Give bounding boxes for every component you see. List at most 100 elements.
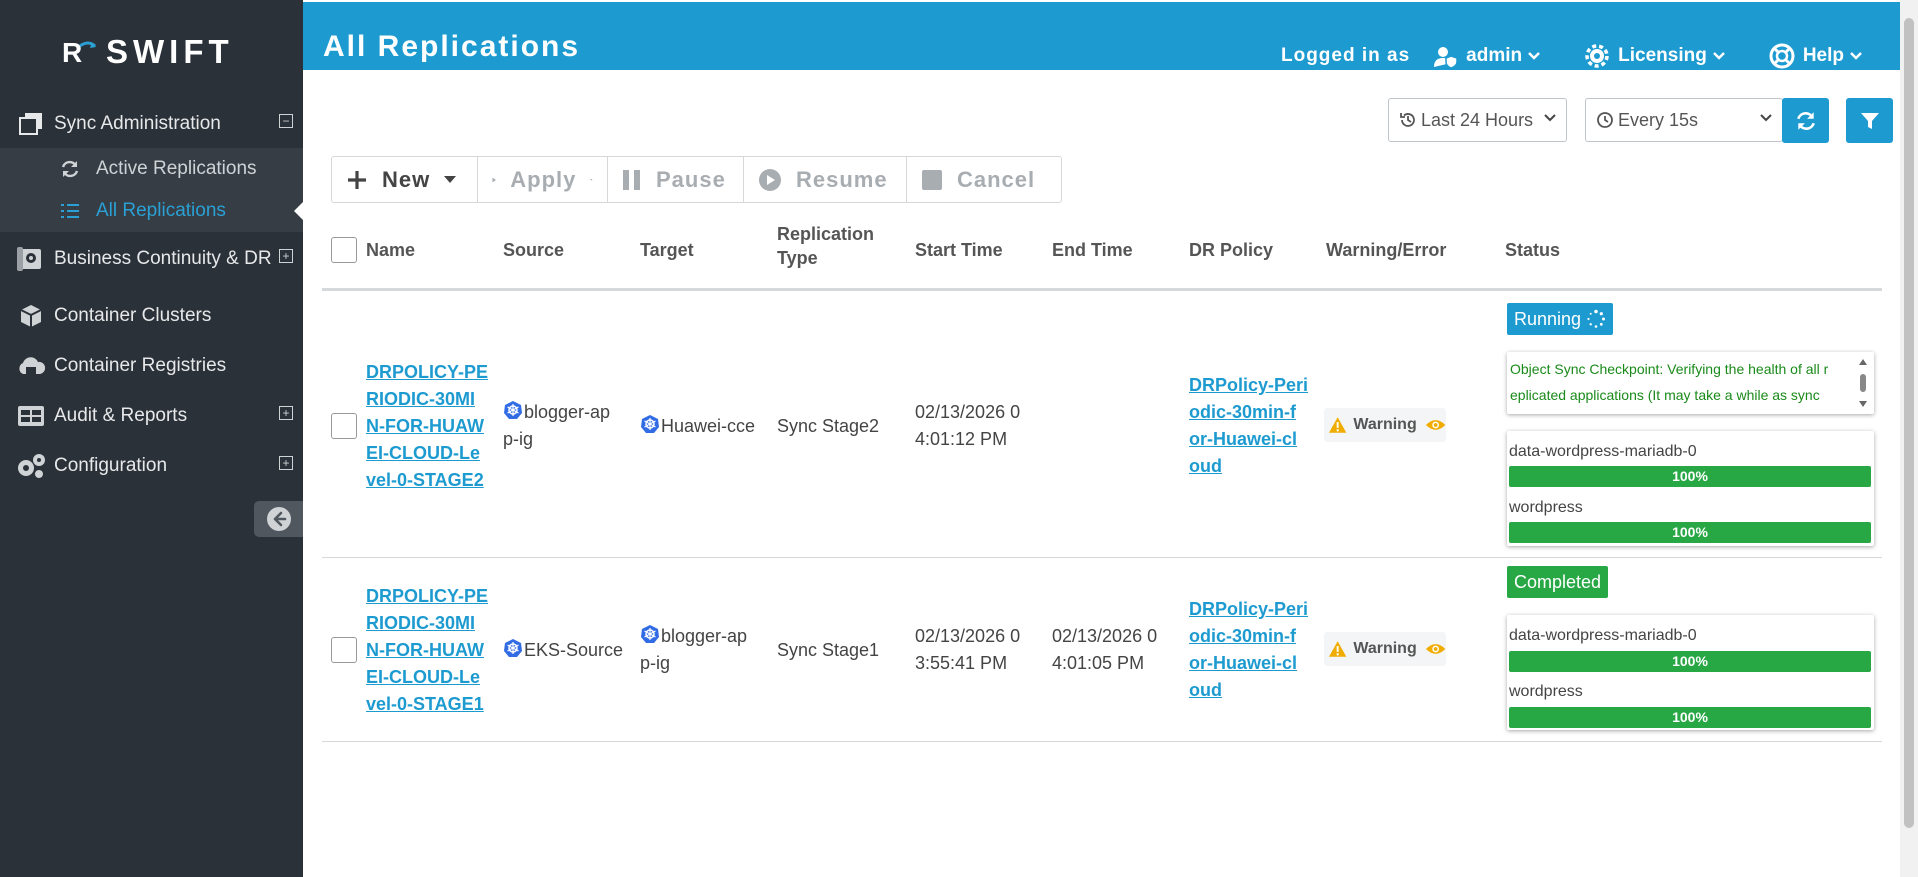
filter-button[interactable]: [1846, 98, 1893, 143]
user-shield-icon: [1434, 47, 1458, 69]
column-header-start-time[interactable]: Start Time: [915, 238, 1003, 262]
caret-down-icon: [444, 175, 457, 183]
refresh-icon: [1796, 111, 1815, 130]
sidebar-section-configuration[interactable]: Configuration +: [0, 443, 303, 489]
expand-icon[interactable]: +: [279, 456, 293, 470]
collapse-icon[interactable]: −: [279, 114, 293, 128]
plus-icon: [348, 170, 366, 189]
sidebar-section-label: Business Continuity & DR: [54, 248, 272, 269]
play-icon: [492, 177, 497, 182]
dr-policy-link[interactable]: DRPolicy-Peri odic-30min-f or-Huawei-cl oud: [1189, 596, 1308, 704]
list-icon: [58, 203, 82, 219]
end-time-cell: 02/13/2026 0 4:01:05 PM: [1052, 626, 1158, 673]
scrollbar-thumb[interactable]: [1904, 18, 1914, 828]
life-ring-icon: [1769, 43, 1795, 69]
column-header-dr-policy[interactable]: DR Policy: [1189, 238, 1273, 262]
clock-icon: [1597, 112, 1613, 128]
warning-indicator[interactable]: Warning: [1324, 632, 1446, 666]
dr-policy-link[interactable]: DRPolicy-Peri odic-30min-f or-Huawei-cl oud: [1189, 372, 1308, 480]
warning-indicator[interactable]: Warning: [1324, 408, 1446, 442]
progress-item-name: data-wordpress-mariadb-0: [1509, 627, 1697, 644]
column-header-warning-error[interactable]: Warning/Error: [1326, 238, 1446, 262]
sidebar-item-all-replications[interactable]: All Replications: [0, 190, 303, 232]
replication-name-link[interactable]: DRPOLICY-PE RIODIC-30MI N-FOR-HUAW EI-CLOUD…: [366, 359, 488, 494]
table-header-divider: [322, 288, 1882, 291]
header-user-area: Logged in as admin Licensing Help: [1281, 42, 1900, 70]
pause-icon: [623, 169, 640, 190]
kubernetes-icon: [641, 415, 659, 433]
gears-icon: [14, 452, 48, 480]
history-icon: [1400, 113, 1415, 127]
spinner-icon: [1587, 309, 1606, 328]
sidebar-section-container-clusters[interactable]: Container Clusters: [0, 293, 303, 339]
chevron-down-icon: [1528, 52, 1541, 60]
sidebar-section-audit-reports[interactable]: Audit & Reports +: [0, 393, 303, 439]
page-scrollbar[interactable]: [1900, 0, 1918, 877]
cloud-registry-icon: [14, 352, 48, 380]
svg-text:R: R: [62, 38, 87, 66]
column-header-source[interactable]: Source: [503, 238, 564, 262]
row-checkbox[interactable]: [331, 637, 357, 663]
chevron-down-icon: [1760, 114, 1772, 122]
app-logo[interactable]: R SWIFT: [62, 32, 234, 72]
new-label: New: [382, 166, 431, 192]
status-badge: Running: [1507, 303, 1614, 335]
user-menu[interactable]: admin: [1432, 43, 1541, 69]
action-toolbar: New Apply Pause Resume Cancel: [331, 156, 1062, 203]
apply-button[interactable]: Apply: [478, 157, 608, 202]
gear-icon: [1585, 44, 1609, 68]
row-divider: [322, 557, 1882, 558]
column-header-name[interactable]: Name: [366, 238, 415, 262]
pause-button[interactable]: Pause: [608, 157, 744, 202]
refresh-icon: [58, 159, 82, 179]
expand-icon[interactable]: +: [279, 406, 293, 420]
column-header-end-time[interactable]: End Time: [1052, 238, 1133, 262]
licensing-menu[interactable]: Licensing: [1584, 43, 1725, 69]
table-icon: [14, 402, 48, 430]
column-header-status[interactable]: Status: [1505, 238, 1560, 262]
logged-in-label: Logged in as: [1280, 45, 1411, 66]
status-message: Object Sync Checkpoint: Verifying the he…: [1510, 361, 1829, 403]
sidebar-item-active-replications[interactable]: Active Replications: [0, 148, 303, 190]
expand-icon[interactable]: +: [279, 249, 293, 263]
select-all-checkbox[interactable]: [331, 237, 357, 263]
refresh-button[interactable]: [1782, 98, 1829, 143]
sidebar-item-label: Active Replications: [96, 158, 257, 179]
cancel-button[interactable]: Cancel: [907, 157, 1061, 202]
play-circle-icon: [759, 168, 781, 191]
progress-bar: 100%: [1509, 651, 1871, 672]
collapse-sidebar-button[interactable]: [254, 501, 303, 537]
replication-type-cell: Sync Stage2: [777, 416, 880, 436]
resume-button[interactable]: Resume: [744, 157, 907, 202]
filter-icon: [1860, 112, 1879, 129]
time-range-select[interactable]: Last 24 Hours: [1388, 98, 1567, 142]
message-scrollbar[interactable]: [1856, 354, 1870, 412]
help-menu[interactable]: Help: [1769, 43, 1862, 69]
sidebar-section-business-continuity[interactable]: Business Continuity & DR +: [0, 236, 303, 282]
logo-mark-icon: R: [62, 38, 96, 66]
sidebar-section-container-registries[interactable]: Container Registries: [0, 343, 303, 389]
column-header-target[interactable]: Target: [640, 238, 694, 262]
eye-icon[interactable]: [1425, 418, 1446, 432]
refresh-interval-value: Every 15s: [1618, 109, 1699, 130]
kubernetes-icon: [641, 625, 659, 643]
warning-triangle-icon: [1328, 641, 1347, 657]
help-label: Help: [1802, 45, 1844, 66]
eye-icon[interactable]: [1425, 642, 1446, 656]
column-header-replication-type[interactable]: Replication Type: [777, 222, 887, 270]
source-cell: blogger-ap p-ig: [503, 401, 611, 449]
cube-icon: [14, 302, 48, 330]
status-message-box[interactable]: Object Sync Checkpoint: Verifying the he…: [1507, 352, 1874, 414]
new-button[interactable]: New: [332, 157, 478, 202]
warning-label: Warning: [1353, 640, 1417, 657]
business-continuity-icon: [14, 245, 48, 273]
sidebar-section-sync-administration[interactable]: Sync Administration −: [0, 101, 303, 147]
progress-item-name: data-wordpress-mariadb-0: [1509, 443, 1697, 460]
sidebar-section-label: Container Clusters: [54, 305, 212, 326]
warning-triangle-icon: [1328, 417, 1347, 433]
refresh-interval-select[interactable]: Every 15s: [1585, 98, 1783, 142]
brand-name: SWIFT: [106, 33, 234, 70]
sidebar-section-label: Container Registries: [54, 355, 227, 376]
replication-name-link[interactable]: DRPOLICY-PE RIODIC-30MI N-FOR-HUAW EI-CLOUD…: [366, 583, 488, 718]
row-checkbox[interactable]: [331, 413, 357, 439]
